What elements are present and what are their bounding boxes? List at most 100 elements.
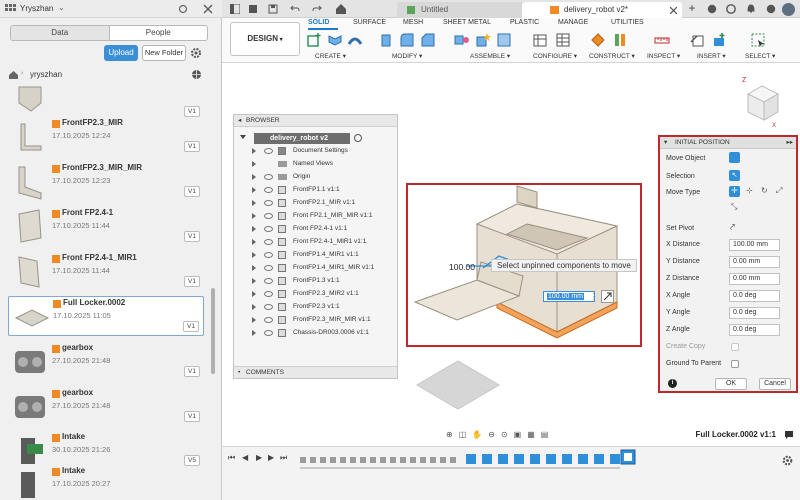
tab-active-document[interactable]: delivery_robot v2*: [522, 2, 682, 18]
list-item[interactable]: gearbox 27.10.2025 21:48 V1: [8, 387, 204, 427]
insert-component-icon[interactable]: [712, 32, 728, 48]
close-icon[interactable]: [670, 7, 677, 14]
z-distance-input[interactable]: 0.00 mm: [729, 273, 780, 285]
expand-arrow-icon[interactable]: [252, 213, 256, 219]
zoom-icon[interactable]: ⊖: [488, 430, 495, 439]
new-folder-button[interactable]: New Folder: [142, 45, 186, 61]
timeline-marker-icon[interactable]: [620, 449, 636, 465]
cancel-button[interactable]: Cancel: [759, 378, 791, 390]
collapse-arrow-icon[interactable]: ◂: [238, 115, 241, 127]
select-icon[interactable]: [750, 32, 766, 48]
new-component-icon[interactable]: [306, 32, 322, 48]
select-menu[interactable]: SELECT ▾: [745, 52, 775, 60]
translate-icon[interactable]: ⊹: [746, 186, 753, 195]
version-badge[interactable]: V1: [183, 321, 199, 332]
expand-arrow-icon[interactable]: [252, 200, 256, 206]
expand-arrow-icon[interactable]: [252, 148, 256, 154]
insert-menu[interactable]: INSERT ▾: [697, 52, 726, 60]
selection-cursor-icon[interactable]: ↖: [729, 170, 740, 181]
list-item[interactable]: Intake 17.10.2025 20:27: [8, 448, 204, 498]
grid-icon[interactable]: [5, 4, 17, 14]
press-pull-icon[interactable]: [378, 32, 394, 48]
look-at-icon[interactable]: ◫: [459, 430, 467, 439]
info-icon[interactable]: i: [668, 379, 677, 388]
user-name[interactable]: Yryszhan: [20, 4, 53, 13]
pan-icon[interactable]: ✋: [472, 430, 482, 439]
undo-icon[interactable]: [290, 4, 300, 14]
tab-plastic[interactable]: PLASTIC: [510, 19, 539, 26]
display-settings-icon[interactable]: ▣: [514, 430, 522, 439]
avatar[interactable]: [782, 3, 795, 16]
tab-solid[interactable]: SOLID: [308, 19, 329, 26]
expand-arrow-icon[interactable]: [252, 265, 256, 271]
data-panel-icon[interactable]: [230, 4, 240, 14]
point-to-position-icon[interactable]: ⤡: [731, 202, 737, 212]
extrude-icon[interactable]: [327, 32, 343, 48]
insert-derive-icon[interactable]: [689, 32, 705, 48]
expand-icon[interactable]: •: [238, 367, 240, 379]
comments-header[interactable]: • COMMENTS: [234, 366, 397, 378]
ground-to-parent-checkbox[interactable]: [731, 360, 739, 368]
expand-arrow-icon[interactable]: [252, 317, 256, 323]
set-pivot-icon[interactable]: ⤤: [730, 222, 735, 233]
create-menu[interactable]: CREATE ▾: [315, 52, 346, 60]
browser-row[interactable]: Named Views: [234, 158, 397, 170]
home-icon[interactable]: [9, 71, 18, 79]
expand-arrow-icon[interactable]: [240, 135, 246, 139]
distance-input-field[interactable]: 100.00 mm: [543, 291, 595, 302]
configure-menu[interactable]: CONFIGURE ▾: [533, 52, 577, 60]
visibility-icon[interactable]: [264, 226, 273, 232]
orbit-icon[interactable]: ⊕: [446, 430, 453, 439]
y-distance-input[interactable]: 0.00 mm: [729, 256, 780, 268]
create-copy-checkbox[interactable]: [731, 343, 739, 351]
collapse-arrow-icon[interactable]: ▾: [664, 137, 667, 149]
browser-header[interactable]: ◂ BROWSER: [234, 115, 397, 127]
expand-arrow-icon[interactable]: [252, 278, 256, 284]
version-badge[interactable]: V1: [184, 106, 200, 117]
browser-row[interactable]: FrontFP1.1 v1:1: [234, 184, 397, 196]
expand-arrow-icon[interactable]: [252, 239, 256, 245]
more-options-icon[interactable]: ⋮: [590, 291, 598, 302]
play-icon[interactable]: ▶: [256, 453, 262, 462]
list-item[interactable]: Front FP2.4-1_MIR1 17.10.2025 11:44 V1: [8, 252, 204, 292]
visibility-icon[interactable]: [264, 174, 273, 180]
revolve-icon[interactable]: [347, 32, 363, 48]
y-angle-input[interactable]: 0.0 deg: [729, 307, 780, 319]
step-back-icon[interactable]: ◀: [242, 453, 248, 462]
file-menu-icon[interactable]: [248, 4, 258, 14]
ok-button[interactable]: OK: [715, 378, 747, 390]
upload-button[interactable]: Upload: [104, 45, 138, 61]
rigid-group-icon[interactable]: [496, 32, 512, 48]
go-to-end-icon[interactable]: ⏭: [280, 453, 287, 463]
assemble-menu[interactable]: ASSEMBLE ▾: [470, 52, 510, 60]
browser-row[interactable]: FrontFP1.3 v1:1: [234, 275, 397, 287]
browser-row[interactable]: FrontFP2.1_MIR v1:1: [234, 197, 397, 209]
clock-icon[interactable]: [707, 4, 717, 14]
visibility-icon[interactable]: [264, 265, 273, 271]
browser-row[interactable]: Document Settings: [234, 145, 397, 157]
browser-row[interactable]: Front FP2.4-1_MIR1 v1:1: [234, 236, 397, 248]
globe-icon[interactable]: [191, 69, 202, 80]
configuration-table-icon[interactable]: [555, 32, 571, 48]
browser-row[interactable]: FrontFP1.4_MIR1 v1:1: [234, 249, 397, 261]
browser-row[interactable]: Chassis-DR003.0006 v1:1: [234, 327, 397, 339]
configure-icon[interactable]: [532, 32, 548, 48]
version-badge[interactable]: V1: [184, 366, 200, 377]
expand-arrow-icon[interactable]: [252, 252, 256, 258]
visibility-icon[interactable]: [264, 213, 273, 219]
point-to-point-icon[interactable]: ⤢: [776, 186, 782, 196]
list-item[interactable]: Front FP2.4-1 17.10.2025 11:44 V1: [8, 207, 204, 247]
visibility-icon[interactable]: [264, 148, 273, 154]
notifications-icon[interactable]: [746, 4, 756, 14]
list-item-selected[interactable]: Full Locker.0002 17.10.2025 11:05 V1: [8, 296, 204, 336]
dialog-header[interactable]: ▾ INITIAL POSITION ▸▸: [660, 137, 796, 149]
go-to-start-icon[interactable]: ⏮: [228, 453, 235, 463]
tab-surface[interactable]: SURFACE: [353, 19, 386, 26]
visibility-icon[interactable]: [264, 200, 273, 206]
expand-panel-icon[interactable]: ▸▸: [786, 137, 793, 149]
comment-icon[interactable]: [784, 430, 794, 440]
tab-manage[interactable]: MANAGE: [558, 19, 588, 26]
browser-row[interactable]: FrontFP1.4_MIR1_MIR v1:1: [234, 262, 397, 274]
grid-settings-icon[interactable]: ▦: [527, 430, 535, 439]
construct-menu[interactable]: CONSTRUCT ▾: [589, 52, 635, 60]
